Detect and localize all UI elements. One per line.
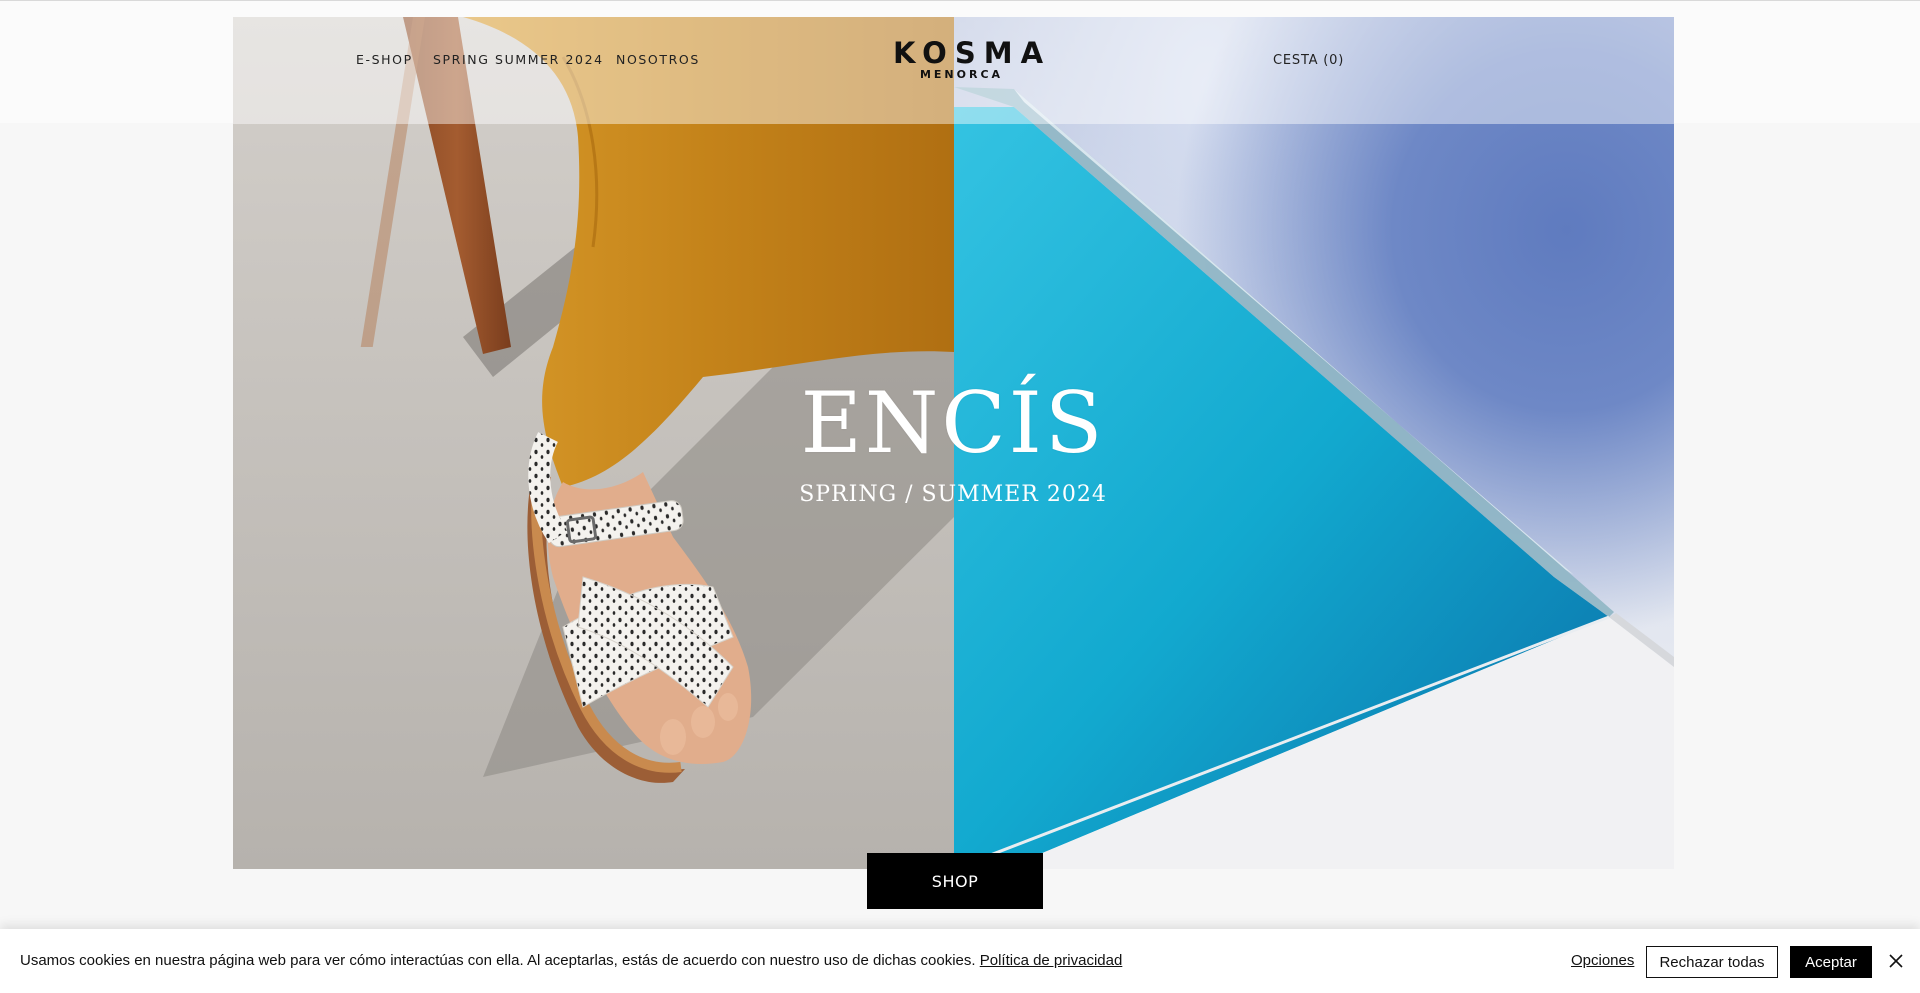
hero-title: ENCÍS: [800, 374, 1106, 472]
cart-link[interactable]: CESTA (0): [1273, 53, 1344, 68]
page: E-SHOP SPRING SUMMER 2024 NOSOTROS KOSMA…: [0, 0, 1920, 993]
nav-spring-summer-2024[interactable]: SPRING SUMMER 2024: [433, 52, 604, 67]
close-cookie-banner-button[interactable]: [1884, 949, 1908, 973]
logo-wordmark: KOSMA: [893, 36, 1052, 70]
brand-logo[interactable]: KOSMA MENORCA: [885, 36, 1052, 82]
reject-all-button[interactable]: Rechazar todas: [1646, 946, 1778, 978]
logo-subtitle: MENORCA: [919, 68, 1004, 81]
nav-eshop[interactable]: E-SHOP: [356, 52, 413, 67]
nav-nosotros[interactable]: NOSOTROS: [616, 52, 700, 67]
cookie-text: Usamos cookies en nuestra página web par…: [20, 952, 976, 969]
accept-button[interactable]: Aceptar: [1790, 946, 1872, 978]
cookie-options-link[interactable]: Opciones: [1571, 952, 1634, 969]
shop-button[interactable]: SHOP: [867, 853, 1043, 909]
hero-subtitle: SPRING / SUMMER 2024: [799, 482, 1107, 507]
close-icon: [1889, 954, 1903, 968]
cookie-banner: Usamos cookies en nuestra página web par…: [0, 929, 1920, 993]
cookie-message: Usamos cookies en nuestra página web par…: [20, 952, 1122, 969]
privacy-policy-link[interactable]: Política de privacidad: [980, 952, 1123, 969]
